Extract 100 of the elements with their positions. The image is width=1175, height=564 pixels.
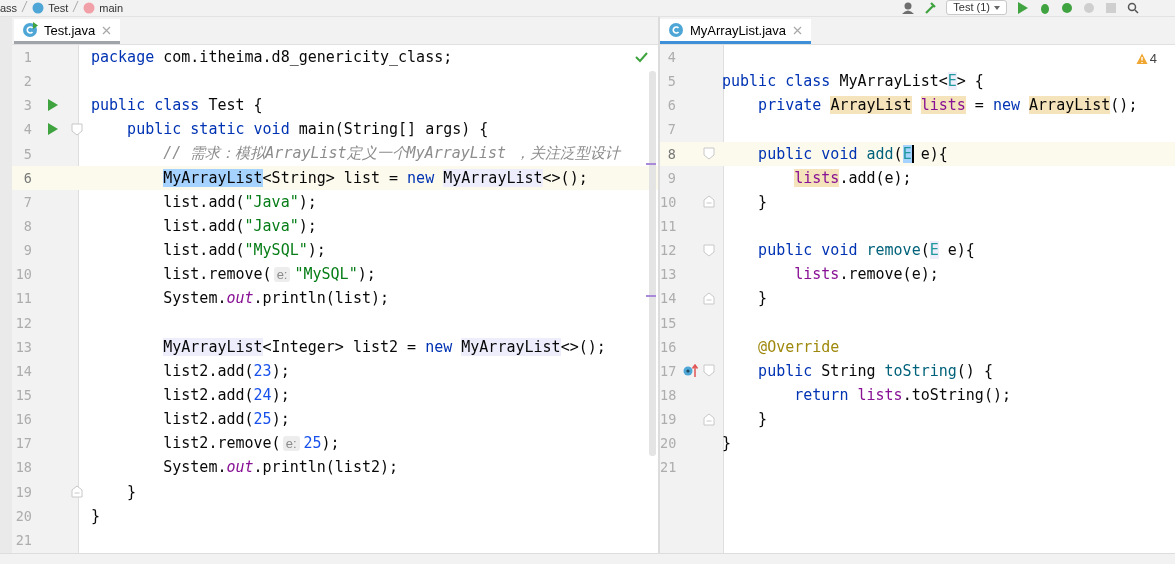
line-number: 15 (14, 387, 33, 404)
code-text: list.remove( (162, 265, 272, 284)
code-text: public void add(E e){ (757, 144, 948, 163)
profiler-icon[interactable] (1083, 1, 1095, 14)
hammer-icon[interactable] (924, 1, 937, 14)
line-number: 18 (660, 387, 678, 404)
line-number: 11 (14, 290, 33, 307)
line-number: 18 (14, 459, 33, 476)
line-number: 21 (660, 459, 678, 476)
run-icon[interactable] (1017, 1, 1029, 14)
line-number: 15 (660, 314, 678, 331)
code-text: } (722, 434, 732, 453)
code-text: System.out.println(list2); (162, 458, 399, 477)
code-text: 25); (303, 434, 340, 453)
warning-icon[interactable] (1135, 52, 1148, 65)
code-text: @Override (757, 337, 840, 356)
parameter-hint: e: (273, 266, 291, 282)
code-text: return lists.toString(); (793, 386, 1011, 405)
breadcrumb[interactable]: Test (48, 1, 69, 14)
line-number: 16 (14, 411, 33, 428)
code-text: list2.add(25); (162, 410, 290, 429)
separator-icon (72, 1, 80, 12)
line-number: 9 (22, 242, 33, 259)
code-text: // 需求：模拟ArrayList定义一个MyArrayList ，关注泛型设计 (162, 144, 620, 164)
fold-icon[interactable] (703, 147, 715, 161)
code-text: } (757, 192, 768, 211)
code-text: MyArrayList<Integer> list2 = new MyArrayList<>(); (162, 337, 606, 356)
code-text: lists.add(e); (793, 168, 912, 187)
scrollbar[interactable] (649, 71, 656, 456)
line-number: 5 (22, 145, 33, 162)
override-icon[interactable] (683, 363, 699, 378)
run-configuration-dropdown[interactable]: Test (1) (946, 0, 1007, 15)
line-number: 14 (14, 362, 33, 379)
code-text: list.add("MySQL"); (162, 241, 326, 260)
line-number: 7 (22, 193, 33, 210)
line-number: 19 (660, 411, 678, 428)
code-text: public void remove(E e){ (757, 241, 975, 260)
run-icon[interactable] (47, 123, 59, 136)
run-icon[interactable] (47, 99, 59, 112)
line-number: 19 (14, 483, 33, 500)
line-number: 17 (660, 362, 678, 379)
line-number: 8 (22, 218, 33, 235)
stop-icon[interactable] (1105, 1, 1117, 14)
coverage-icon[interactable] (1061, 1, 1073, 14)
line-number: 13 (660, 266, 678, 283)
line-number: 4 (22, 121, 33, 138)
code-text: public class Test { (91, 96, 263, 115)
code-text: "MySQL"); (294, 265, 376, 284)
user-icon[interactable] (902, 1, 915, 14)
line-number: 12 (660, 242, 678, 259)
line-number: 4 (666, 49, 677, 66)
line-number: 6 (666, 97, 677, 114)
class-icon (32, 1, 45, 14)
code-text: list2.add(24); (162, 386, 290, 405)
code-text: private ArrayList lists = new ArrayList(); (757, 96, 1138, 115)
line-number: 11 (660, 218, 678, 235)
line-number: 6 (22, 169, 33, 186)
breadcrumb[interactable]: ass (0, 1, 18, 14)
line-number: 10 (660, 193, 678, 210)
code-text: MyArrayList<String> list = new MyArrayList<>(); (162, 168, 588, 187)
method-icon (83, 1, 96, 14)
line-number: 2 (22, 73, 33, 90)
line-number: 14 (660, 290, 678, 307)
code-text: public static void main(String[] args) { (126, 120, 489, 139)
caret-icon (994, 5, 1000, 10)
line-number: 20 (660, 435, 678, 452)
line-number: 13 (14, 338, 33, 355)
code-text: list.add("Java"); (162, 192, 317, 211)
line-number: 1 (22, 49, 33, 66)
bug-icon[interactable] (1039, 1, 1051, 14)
code-text: package com.itheima.d8_genericity_class; (91, 48, 453, 67)
code-text: list.add("Java"); (162, 217, 317, 236)
line-number: 21 (14, 531, 33, 548)
separator-icon (21, 1, 29, 12)
line-number: 16 (660, 338, 678, 355)
fold-icon[interactable] (703, 195, 715, 209)
fold-icon[interactable] (71, 123, 83, 136)
line-number: 3 (22, 97, 33, 114)
close-icon[interactable] (101, 24, 113, 36)
fold-icon[interactable] (71, 485, 83, 499)
warning-count[interactable]: 4 (1149, 51, 1157, 66)
code-text: lists.remove(e); (793, 265, 939, 284)
line-number: 5 (666, 73, 677, 90)
fold-icon[interactable] (703, 243, 715, 257)
editor-tab[interactable]: MyArrayList.java (660, 19, 812, 44)
breadcrumb[interactable]: main (99, 1, 124, 14)
fold-icon[interactable] (703, 291, 715, 305)
line-number: 7 (666, 121, 677, 138)
line-number: 20 (14, 507, 33, 524)
code-text: public String toString() { (757, 361, 993, 380)
code-text: list2.remove( (162, 434, 281, 453)
parameter-hint: e: (282, 435, 300, 451)
code-text: list2.add(23); (162, 361, 290, 380)
fold-icon[interactable] (703, 364, 715, 378)
fold-icon[interactable] (703, 412, 715, 426)
close-icon[interactable] (792, 24, 804, 36)
line-number: 10 (14, 266, 33, 283)
search-icon[interactable] (1127, 1, 1139, 14)
code-text: public class MyArrayList<E> { (722, 72, 984, 91)
editor-tab[interactable]: Test.java (14, 19, 121, 44)
